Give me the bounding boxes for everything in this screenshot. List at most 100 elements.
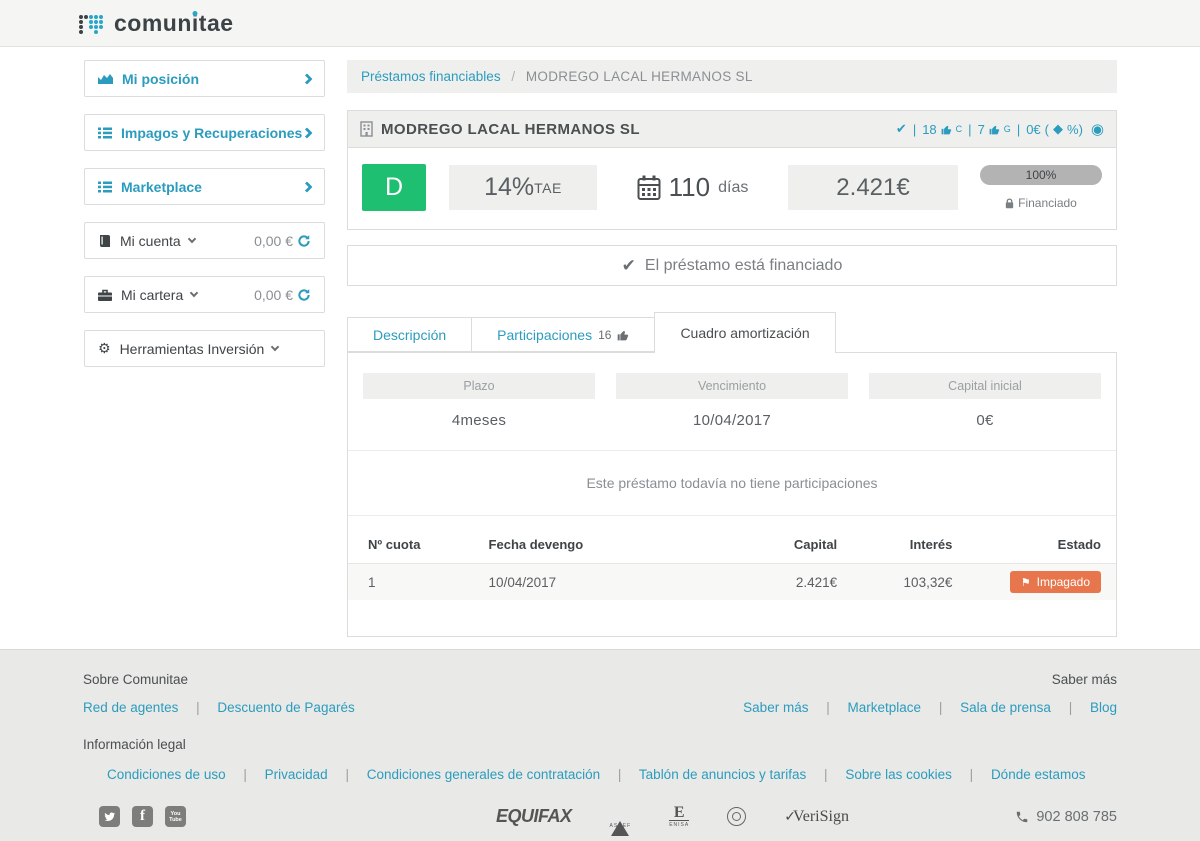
equifax-logo: EQUIFAX (496, 806, 572, 827)
comunitae-dots-icon (78, 11, 104, 35)
sidebar-item-label: Mi cartera (121, 287, 183, 303)
verisign-logo: ✓ VeriSign (784, 808, 849, 826)
check-icon: ✔ (622, 256, 636, 276)
summary-value-capital: 0€ (869, 412, 1101, 429)
thumbs-up-icon (989, 124, 1000, 135)
certification-seal-icon (727, 807, 746, 826)
breadcrumb-separator: / (511, 69, 515, 84)
flag-icon: ⚑ (1021, 576, 1031, 589)
table-row: 1 10/04/2017 2.421€ 103,32€ ⚑ Impagado (348, 564, 1116, 601)
likes-sup-g: G (1004, 124, 1011, 134)
rate-box: 14%TAE (449, 165, 597, 210)
summary-header-vencimiento: Vencimiento (616, 373, 848, 399)
enisa-logo: E ENISA (669, 806, 689, 828)
tab-cuadro-amortizacion[interactable]: Cuadro amortización (654, 312, 835, 353)
likes-count-c: 18 (922, 122, 936, 137)
chevron-down-icon (271, 343, 279, 351)
footer-link-cookies[interactable]: Sobre las cookies (845, 767, 952, 782)
comunitae-logo[interactable]: comunitae (78, 10, 234, 37)
chevron-right-icon (301, 181, 312, 192)
partner-logos: EQUIFAX ASNEF E ENISA ✓ VeriSign (496, 804, 849, 829)
footer-link-marketplace[interactable]: Marketplace (848, 700, 922, 715)
status-text: El préstamo está financiado (645, 257, 842, 275)
sidebar-item-label: Impagos y Recuperaciones (121, 125, 302, 141)
footer-link-red-agentes[interactable]: Red de agentes (83, 700, 178, 715)
breadcrumb-link-prestamos[interactable]: Préstamos financiables (361, 69, 501, 84)
footer-legal-links: Condiciones de uso | Privacidad | Condic… (107, 767, 1117, 782)
list-icon (98, 127, 112, 139)
footer-link-condiciones-uso[interactable]: Condiciones de uso (107, 767, 226, 782)
col-header-fecha: Fecha devengo (479, 526, 709, 564)
footer-link-condiciones-contratacion[interactable]: Condiciones generales de contratación (367, 767, 600, 782)
target-icon: ◉ (1091, 120, 1104, 138)
days-value: 110 (669, 172, 710, 203)
footer-link-tablon[interactable]: Tablón de anuncios y tarifas (639, 767, 806, 782)
amortization-table: Nº cuota Fecha devengo Capital Interés E… (348, 526, 1116, 600)
meta-amount: 0€ (1026, 122, 1040, 137)
sidebar-item-impagos[interactable]: Impagos y Recuperaciones (84, 114, 325, 151)
col-header-capital: Capital (709, 526, 847, 564)
sidebar-item-marketplace[interactable]: Marketplace (84, 168, 325, 205)
footer-more-links: Saber más | Marketplace | Sala de prensa… (743, 700, 1117, 715)
summary-header-capital: Capital inicial (869, 373, 1101, 399)
divider (348, 515, 1116, 516)
footer-link-blog[interactable]: Blog (1090, 700, 1117, 715)
footer-heading-saber-mas: Saber más (1052, 672, 1117, 687)
top-bar: comunitae (0, 0, 1200, 47)
footer-about-links: Red de agentes | Descuento de Pagarés (83, 700, 355, 715)
calendar-icon (637, 175, 661, 201)
refresh-icon[interactable] (297, 234, 311, 248)
col-header-estado: Estado (962, 526, 1116, 564)
refresh-icon[interactable] (297, 288, 311, 302)
sidebar-item-label: Mi cuenta (120, 233, 181, 249)
no-participations-message: Este préstamo todavía no tiene participa… (348, 451, 1116, 515)
participations-count: 16 (598, 328, 611, 342)
sidebar-item-mi-cartera[interactable]: Mi cartera 0,00 € (84, 276, 325, 313)
chevron-right-icon (301, 73, 312, 84)
main-content: Préstamos financiables / MODREGO LACAL H… (347, 60, 1117, 637)
footer-link-privacidad[interactable]: Privacidad (265, 767, 328, 782)
twitter-icon[interactable] (99, 806, 120, 827)
footer-link-sala-prensa[interactable]: Sala de prensa (960, 700, 1051, 715)
amortization-panel: Plazo 4meses Vencimiento 10/04/2017 Capi… (347, 352, 1117, 637)
sidebar-item-label: Mi posición (122, 71, 199, 87)
cell-capital: 2.421€ (709, 564, 847, 601)
footer: Sobre Comunitae Saber más Red de agentes… (0, 649, 1200, 841)
footer-link-descuento-pagares[interactable]: Descuento de Pagarés (217, 700, 354, 715)
loan-panel: MODREGO LACAL HERMANOS SL ✔ | 18 C | 7 G (347, 110, 1117, 230)
loan-title: MODREGO LACAL HERMANOS SL (381, 121, 640, 138)
chevron-down-icon (187, 235, 195, 243)
breadcrumb-current: MODREGO LACAL HERMANOS SL (526, 69, 753, 84)
cell-cuota: 1 (348, 564, 479, 601)
sidebar-item-label: Marketplace (121, 179, 202, 195)
brand-name: comunitae (114, 10, 234, 37)
risk-grade-badge: D (362, 164, 426, 211)
thumbs-up-icon (617, 329, 629, 341)
book-icon (98, 235, 111, 247)
facebook-icon[interactable]: f (132, 806, 153, 827)
youtube-icon[interactable]: YouTube (165, 806, 186, 827)
contact-phone: 902 808 785 (1015, 809, 1117, 825)
sidebar-item-herramientas[interactable]: ⚙ Herramientas Inversión (84, 330, 325, 367)
tab-descripcion[interactable]: Descripción (347, 317, 472, 352)
term-days: 110 días (597, 172, 788, 203)
loan-summary: Plazo 4meses Vencimiento 10/04/2017 Capi… (348, 373, 1116, 429)
lock-icon (1005, 198, 1014, 209)
col-header-cuota: Nº cuota (348, 526, 479, 564)
progress-bar: 100% (980, 165, 1102, 185)
footer-link-saber-mas[interactable]: Saber más (743, 700, 808, 715)
rate-value: 14% (484, 173, 534, 202)
footer-heading-legal: Información legal (83, 737, 186, 752)
cell-fecha: 10/04/2017 (479, 564, 709, 601)
col-header-interes: Interés (847, 526, 962, 564)
sidebar-item-label: Herramientas Inversión (120, 341, 265, 357)
tab-participaciones[interactable]: Participaciones 16 (471, 317, 655, 352)
summary-header-plazo: Plazo (363, 373, 595, 399)
loan-status-banner: ✔ El préstamo está financiado (347, 245, 1117, 286)
sidebar-item-mi-posicion[interactable]: Mi posición (84, 60, 325, 97)
amount-box: 2.421€ (788, 165, 958, 210)
footer-link-donde-estamos[interactable]: Dónde estamos (991, 767, 1086, 782)
sidebar-item-mi-cuenta[interactable]: Mi cuenta 0,00 € (84, 222, 325, 259)
sidebar: Mi posición Impagos y Recuperaciones (84, 60, 325, 637)
gear-icon: ⚙ (98, 341, 111, 357)
